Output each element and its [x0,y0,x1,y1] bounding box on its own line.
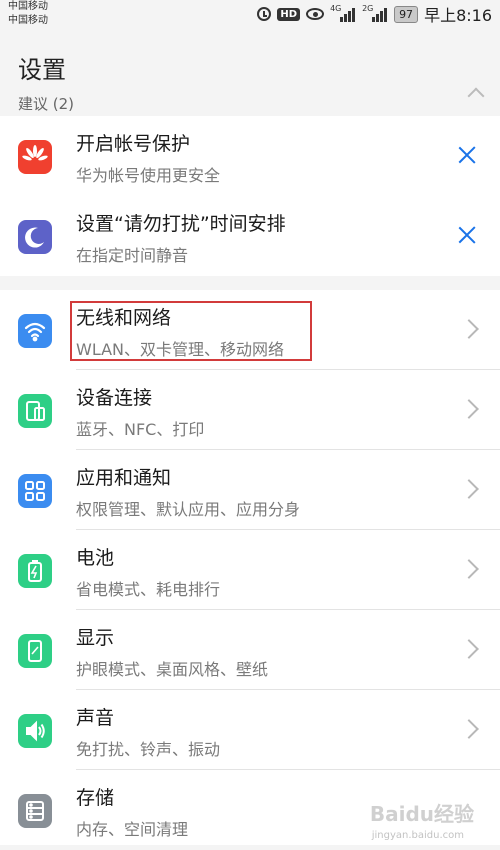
dismiss-close-icon[interactable] [454,142,480,168]
suggestion-item-account-protection[interactable]: 开启帐号保护 华为帐号使用更安全 [0,116,500,196]
clock: 早上8:16 [424,6,492,25]
settings-item-apps-notifications[interactable]: 应用和通知 权限管理、默认应用、应用分身 [0,450,500,530]
status-icons: HD 4G 2G 97 早上8:16 [257,4,492,25]
battery-level: 97 [394,5,419,23]
item-title: 电池 [76,547,115,569]
item-subtitle: 内存、空间清理 [76,820,189,839]
chevron-right-icon [459,559,479,579]
battery-icon [18,554,52,588]
chevron-right-icon [459,639,479,659]
item-subtitle: 蓝牙、NFC、打印 [76,420,205,439]
suggestions-label: 建议 (2) [18,95,75,113]
item-title: 应用和通知 [76,467,172,489]
carrier-2: 中国移动 [8,15,48,26]
dismiss-close-icon[interactable] [454,222,480,248]
item-title: 声音 [76,707,115,729]
item-subtitle: 省电模式、耗电排行 [76,580,221,599]
item-title: 设备连接 [76,387,153,409]
carrier-1: 中国移动 [8,1,48,12]
item-title: 开启帐号保护 [76,133,191,155]
carrier-info: 中国移动 中国移动 [8,0,48,28]
status-bar: 中国移动 中国移动 HD 4G 2G 97 早上8:16 [0,0,500,30]
network-type-1: 4G [330,4,342,13]
item-title: 存储 [76,787,115,809]
settings-item-display[interactable]: 显示 护眼模式、桌面风格、壁纸 [0,610,500,690]
watermark-url: jingyan.baidu.com [371,830,464,841]
device-connection-icon [18,394,52,428]
speaker-icon [18,714,52,748]
settings-item-sound[interactable]: 声音 免打扰、铃声、振动 [0,690,500,770]
settings-item-battery[interactable]: 电池 省电模式、耗电排行 [0,530,500,610]
moon-icon [18,220,52,254]
highlight-box [70,301,312,361]
chevron-right-icon [459,719,479,739]
item-title: 显示 [76,627,115,649]
item-subtitle: 护眼模式、桌面风格、壁纸 [76,660,269,679]
item-subtitle: 在指定时间静音 [76,246,189,265]
suggestions-card: 开启帐号保护 华为帐号使用更安全 设置“请勿打扰”时间安排 在指定时间静音 [0,116,500,276]
signal-icon-2: 2G [362,4,388,22]
huawei-logo-icon [18,140,52,174]
storage-icon [18,794,52,828]
display-icon [18,634,52,668]
chevron-right-icon [459,399,479,419]
network-type-2: 2G [362,4,374,13]
item-subtitle: 免打扰、铃声、振动 [76,740,221,759]
watermark: Baidu经验 [369,802,474,826]
eye-comfort-icon [306,8,325,20]
settings-item-device-connection[interactable]: 设备连接 蓝牙、NFC、打印 [0,370,500,450]
item-subtitle: 华为帐号使用更安全 [76,166,221,185]
chevron-right-icon [459,479,479,499]
chevron-right-icon [459,319,479,339]
settings-list: 无线和网络 WLAN、双卡管理、移动网络 设备连接 蓝牙、NFC、打印 应用和通… [0,290,500,845]
app-bar: 设置 [0,30,500,92]
suggestions-header[interactable]: 建议 (2) [0,87,500,116]
suggestion-item-do-not-disturb[interactable]: 设置“请勿打扰”时间安排 在指定时间静音 [0,196,500,276]
apps-grid-icon [18,474,52,508]
wifi-icon [18,314,52,348]
hd-badge: HD [277,7,301,21]
item-title: 设置“请勿打扰”时间安排 [76,213,286,235]
item-subtitle: 权限管理、默认应用、应用分身 [76,500,301,519]
signal-icon-1: 4G [330,4,356,22]
page-title: 设置 [18,56,66,84]
alarm-icon [257,7,272,21]
